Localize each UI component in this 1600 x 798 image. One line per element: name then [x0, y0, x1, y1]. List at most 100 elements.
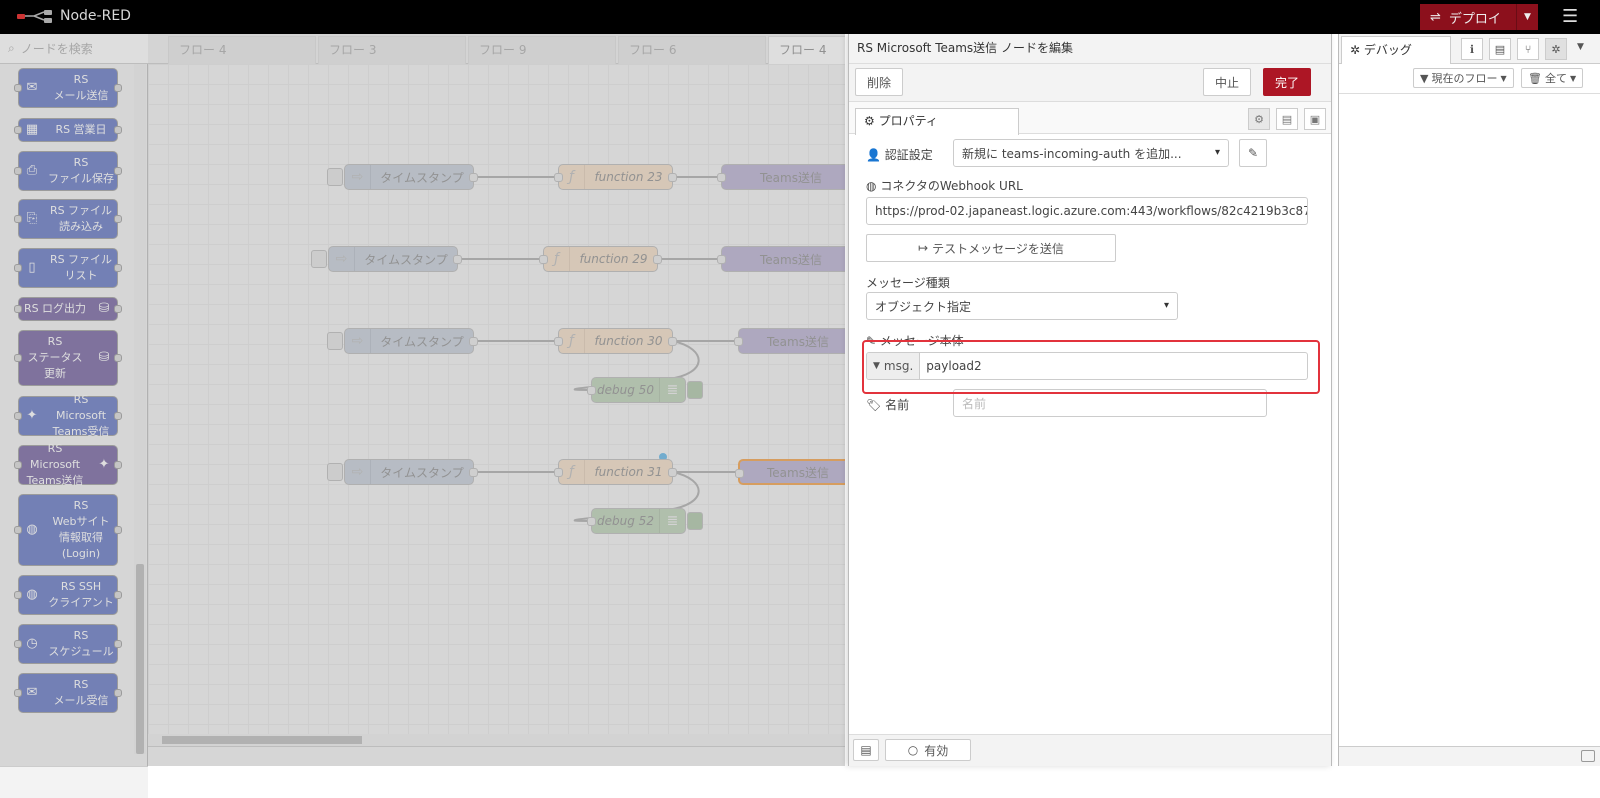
node-red-logo-icon [17, 10, 52, 23]
palette-node[interactable]: RS ステータス 更新 ⛁ [14, 330, 122, 386]
output-port[interactable] [469, 337, 478, 346]
palette-node[interactable]: ◍ RS SSH クライアント [14, 575, 122, 615]
palette-node[interactable]: ▯ RS ファイル リスト [14, 248, 122, 288]
list-icon: ≣ [659, 378, 685, 402]
arrow-icon: ⇨ [345, 460, 371, 484]
flow-canvas[interactable]: ⇨ タイムスタンプ ƒ function 23 Teams送信 ⇨ タイムスタン… [148, 64, 845, 734]
output-port [114, 689, 122, 697]
inject-button[interactable] [327, 463, 343, 481]
palette-scroll-thumb[interactable] [136, 564, 144, 754]
palette-node[interactable]: ✉ RS メール送信 [14, 68, 122, 108]
list-icon: ≣ [659, 509, 685, 533]
tab-flow[interactable]: フロー 6 [618, 36, 766, 64]
timestamp-node[interactable]: ⇨ タイムスタンプ [311, 246, 462, 272]
output-port[interactable] [469, 173, 478, 182]
output-port[interactable] [668, 173, 677, 182]
filter-button[interactable]: ▼ 現在のフロー ▼ [1413, 68, 1514, 88]
description-icon[interactable]: ▤ [1276, 108, 1298, 130]
palette-node[interactable]: RS Microsoft Teams送信 ✦ [14, 442, 122, 487]
palette-node[interactable]: ⎘ RS ファイル 読み込み [14, 199, 122, 239]
timestamp-node[interactable]: ⇨ タイムスタンプ [327, 164, 478, 190]
tab-debug[interactable]: ✲ デバッグ [1341, 36, 1451, 64]
workspace-scroll-thumb[interactable] [162, 736, 362, 744]
tab-flow[interactable]: フロー 9 [468, 36, 616, 64]
debug-node[interactable]: debug 50 ≣ [587, 377, 703, 403]
input-port [14, 526, 22, 534]
output-port [114, 526, 122, 534]
teams-send-node[interactable]: Teams送信 [717, 246, 845, 272]
input-port[interactable] [717, 255, 726, 264]
tab-properties[interactable]: ⚙ プロパティ [855, 108, 1019, 135]
output-port [114, 126, 122, 134]
input-port[interactable] [734, 337, 743, 346]
function-node[interactable]: ƒ function 30 [554, 328, 677, 354]
output-port[interactable] [469, 468, 478, 477]
palette-search-input[interactable]: ノードを検索 [21, 40, 93, 57]
monitor-icon[interactable] [1581, 750, 1595, 762]
delete-button[interactable]: 削除 [855, 68, 903, 96]
debug-node[interactable]: debug 52 ≣ [587, 508, 703, 534]
timestamp-node[interactable]: ⇨ タイムスタンプ [327, 328, 478, 354]
tab-flow-active[interactable]: フロー 4 [768, 36, 845, 64]
input-port[interactable] [554, 468, 563, 477]
auth-label-text: 認証設定 [884, 148, 933, 162]
output-port[interactable] [668, 337, 677, 346]
teams-send-node[interactable]: Teams送信 [734, 328, 845, 354]
palette-search[interactable]: ⌕ ノードを検索 [0, 34, 148, 64]
inject-button[interactable] [327, 168, 343, 186]
git-branch-icon[interactable]: ⑂ [1517, 38, 1539, 60]
input-port[interactable] [735, 469, 744, 478]
deploy-button[interactable]: ⇌ デプロイ ▼ [1420, 4, 1538, 30]
debug-toggle-button[interactable] [687, 512, 703, 530]
cancel-button[interactable]: 中止 [1203, 68, 1251, 96]
output-port[interactable] [668, 468, 677, 477]
palette-scrollbar[interactable] [134, 64, 146, 754]
output-port[interactable] [453, 255, 462, 264]
input-port[interactable] [554, 173, 563, 182]
timestamp-node[interactable]: ⇨ タイムスタンプ [327, 459, 478, 485]
function-node[interactable]: ƒ function 31 [554, 459, 677, 485]
palette-node[interactable]: ◷ RS スケジュール [14, 624, 122, 664]
output-port[interactable] [653, 255, 662, 264]
workspace-hscrollbar[interactable] [148, 734, 845, 746]
palette-node[interactable]: ✉ RS メール受信 [14, 673, 122, 713]
function-node[interactable]: ƒ function 23 [554, 164, 677, 190]
deploy-dropdown-button[interactable]: ▼ [1516, 4, 1538, 30]
main-menu-icon[interactable]: ☰ [1562, 6, 1578, 27]
clear-button[interactable]: 🗑 全て ▼ [1521, 68, 1584, 88]
help-book-icon[interactable]: ▤ [853, 739, 879, 761]
sidebar-menu-chevron-icon[interactable]: ▼ [1577, 42, 1584, 52]
palette-node[interactable]: ✦ RS Microsoft Teams受信 [14, 393, 122, 438]
inject-button[interactable] [327, 332, 343, 350]
teams-send-node-selected[interactable]: Teams送信 [735, 459, 845, 485]
input-port[interactable] [587, 386, 596, 395]
appearance-icon[interactable]: ▣ [1304, 108, 1326, 130]
palette-node[interactable]: ⎙ RS ファイル保存 [14, 151, 122, 191]
info-icon[interactable]: ℹ [1461, 38, 1483, 60]
teams-icon: ✦ [26, 408, 38, 423]
edit-auth-button[interactable]: ✎ [1239, 139, 1267, 167]
message-type-select[interactable]: オブジェクト指定 ▾ [866, 292, 1178, 320]
input-port[interactable] [587, 517, 596, 526]
tab-flow[interactable]: フロー 3 [318, 36, 466, 64]
palette-node[interactable]: ◍ RS Webサイト 情報取得 (Login) [14, 494, 122, 566]
tab-flow[interactable]: フロー 4 [168, 36, 316, 64]
help-book-icon[interactable]: ▤ [1489, 38, 1511, 60]
teams-send-node[interactable]: Teams送信 [717, 164, 845, 190]
output-port [114, 305, 122, 313]
send-test-message-button[interactable]: ↦ テストメッセージを送信 [866, 234, 1116, 262]
auth-select[interactable]: 新規に teams-incoming-auth を追加... ▾ [953, 139, 1229, 167]
done-button[interactable]: 完了 [1263, 68, 1311, 96]
input-port[interactable] [539, 255, 548, 264]
debug-toggle-button[interactable] [687, 381, 703, 399]
webhook-url-input[interactable]: https://prod-02.japaneast.logic.azure.co… [866, 197, 1308, 225]
debug-bug-icon[interactable]: ✲ [1545, 38, 1567, 60]
settings-gear-icon[interactable]: ⚙ [1248, 108, 1270, 130]
function-node[interactable]: ƒ function 29 [539, 246, 662, 272]
input-port[interactable] [717, 173, 726, 182]
inject-button[interactable] [311, 250, 327, 268]
palette-node[interactable]: ▦ RS 営業日 [14, 118, 122, 142]
enable-toggle-button[interactable]: ○ 有効 [885, 739, 971, 761]
palette-node[interactable]: RS ログ出力 ⛁ [14, 297, 122, 321]
input-port[interactable] [554, 337, 563, 346]
